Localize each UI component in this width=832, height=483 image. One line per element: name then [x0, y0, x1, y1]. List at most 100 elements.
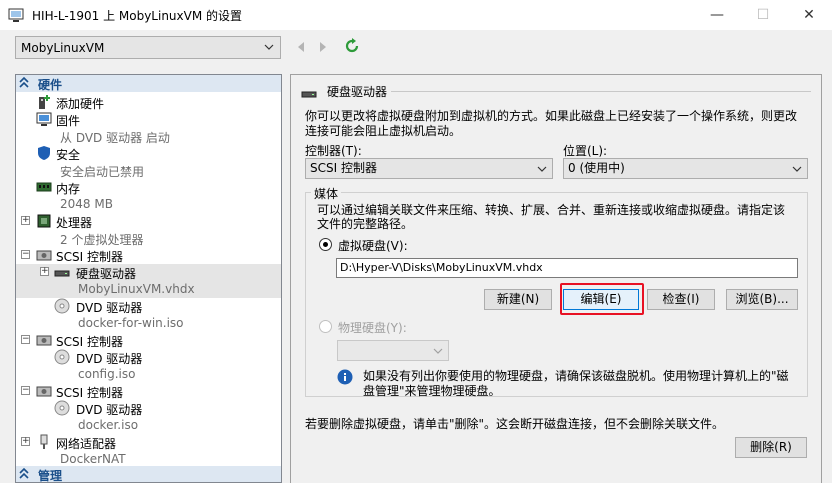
tree-item-subtext: docker-for-win.iso	[78, 316, 184, 330]
description-text: 你可以更改将虚拟硬盘附加到虚拟机的方式。如果此磁盘上已经安装了一个操作系统，则更…	[305, 109, 798, 138]
expand-plus-icon[interactable]: +	[21, 437, 30, 446]
tree-item-subtext: config.iso	[78, 367, 136, 381]
shield-icon	[38, 146, 50, 160]
forward-arrow-icon[interactable]	[317, 40, 329, 54]
tree-item-scsi-controller[interactable]: − SCSI 控制器	[16, 383, 281, 400]
maximize-button[interactable]: ☐	[740, 0, 786, 30]
hard-drive-settings-panel: 硬盘驱动器 你可以更改将虚拟硬盘附加到虚拟机的方式。如果此磁盘上已经安装了一个操…	[290, 74, 822, 483]
tree-item-hard-drive[interactable]: + 硬盘驱动器 MobyLinuxVM.vhdx	[16, 264, 281, 298]
tree-item-subtext: 2 个虚拟处理器	[60, 233, 144, 247]
back-arrow-icon[interactable]	[295, 40, 307, 54]
virtual-disk-label: 虚拟硬盘(V):	[338, 239, 408, 253]
tree-item-subtext: docker.iso	[78, 418, 139, 432]
tree-item-dvd-drive[interactable]: DVD 驱动器	[16, 349, 281, 366]
start-vm-icon[interactable]	[344, 38, 360, 54]
collapse-chevrons-icon	[19, 76, 29, 88]
tree-item-label: 网络适配器	[56, 437, 117, 451]
tree-item-scsi-controller[interactable]: − SCSI 控制器	[16, 332, 281, 349]
browse-button[interactable]: 浏览(B)...	[726, 289, 798, 310]
remove-button[interactable]: 删除(R)	[735, 437, 807, 458]
expand-plus-icon[interactable]: +	[40, 267, 49, 276]
heading-divider	[391, 91, 811, 92]
collapse-minus-icon[interactable]: −	[21, 335, 30, 344]
media-group-label: 媒体	[311, 185, 342, 202]
hardware-tree[interactable]: 硬件 添加硬件 固件 从 DVD 驱动器 启动 安全 安全启动已禁用 内存 20…	[15, 74, 282, 483]
minimize-button[interactable]: —	[694, 0, 740, 30]
tree-item-label: 硬盘驱动器	[76, 267, 137, 281]
info-text: 如果没有列出你要使用的物理硬盘，请确保该磁盘脱机。使用物理计算机上的"磁 盘管理…	[363, 369, 789, 398]
controller-label: 控制器(T):	[305, 144, 362, 158]
tree-item-security[interactable]: 安全	[16, 145, 281, 162]
chevron-down-icon	[537, 166, 547, 172]
window-title: HIH-L-1901 上 MobyLinuxVM 的设置	[32, 9, 243, 23]
tree-item-label: SCSI 控制器	[56, 250, 123, 264]
info-icon	[337, 369, 353, 385]
tree-item-network-adapter[interactable]: + 网络适配器	[16, 434, 281, 451]
tree-item-scsi-controller[interactable]: − SCSI 控制器	[16, 247, 281, 264]
physical-disk-radio[interactable]	[319, 320, 332, 333]
chevron-down-icon	[792, 166, 802, 172]
close-button[interactable]: ✕	[786, 0, 832, 30]
tree-item-firmware[interactable]: 固件	[16, 111, 281, 128]
tree-item-label: DVD 驱动器	[76, 403, 143, 417]
tree-item-label: 处理器	[56, 216, 93, 230]
tree-item-processor[interactable]: + 处理器	[16, 213, 281, 230]
panel-heading: 硬盘驱动器	[327, 85, 388, 99]
tree-item-label: DVD 驱动器	[76, 352, 143, 366]
tree-section-hardware[interactable]: 硬件	[16, 75, 281, 92]
tree-item-subtext: MobyLinuxVM.vhdx	[78, 282, 195, 296]
new-button[interactable]: 新建(N)	[484, 289, 552, 310]
location-select-value: 0 (使用中)	[568, 161, 625, 175]
tree-item-memory[interactable]: 内存	[16, 179, 281, 196]
media-description: 可以通过编辑关联文件来压缩、转换、扩展、合并、重新连接或收缩虚拟硬盘。请指定该 …	[317, 203, 786, 231]
tree-section-management[interactable]: 管理	[16, 466, 281, 483]
tree-item-label: DVD 驱动器	[76, 301, 143, 315]
memory-icon	[36, 182, 52, 192]
tree-item-subtext: 安全启动已禁用	[60, 165, 145, 179]
inspect-button[interactable]: 检查(I)	[647, 289, 715, 310]
network-adapter-icon	[40, 434, 48, 449]
chevron-down-icon	[433, 348, 443, 354]
hard-drive-icon	[54, 270, 70, 277]
tree-item-dvd-drive[interactable]: DVD 驱动器	[16, 298, 281, 315]
virtual-disk-path-input[interactable]: D:\Hyper-V\Disks\MobyLinuxVM.vhdx	[336, 258, 798, 278]
vm-select[interactable]: MobyLinuxVM	[15, 36, 281, 59]
scsi-controller-icon	[36, 250, 52, 261]
vm-select-value: MobyLinuxVM	[21, 40, 105, 55]
tree-item-label: 安全	[56, 148, 81, 162]
chevron-down-icon	[264, 44, 274, 50]
physical-disk-select[interactable]	[337, 340, 449, 361]
add-hardware-icon	[39, 95, 50, 109]
tree-item-label: 内存	[56, 182, 81, 196]
scsi-controller-icon	[36, 386, 52, 397]
tree-item-label: SCSI 控制器	[56, 386, 123, 400]
physical-disk-label: 物理硬盘(Y):	[338, 321, 407, 335]
tree-item-subtext: 2048 MB	[60, 197, 113, 211]
collapse-minus-icon[interactable]: −	[21, 250, 30, 259]
tree-item-label: 添加硬件	[56, 97, 105, 111]
collapse-minus-icon[interactable]: −	[21, 386, 30, 395]
remove-description: 若要删除虚拟硬盘，请单击"删除"。这会断开磁盘连接，但不会删除关联文件。	[305, 417, 725, 431]
tree-item-subtext: 从 DVD 驱动器 启动	[60, 131, 170, 145]
hard-drive-icon	[301, 91, 317, 98]
firmware-icon	[36, 112, 52, 126]
tree-item-add-hardware[interactable]: 添加硬件	[16, 94, 281, 111]
dvd-disc-icon	[54, 298, 70, 314]
controller-select-value: SCSI 控制器	[310, 161, 377, 175]
dvd-disc-icon	[54, 349, 70, 365]
collapse-chevrons-icon	[19, 467, 29, 479]
tree-section-management-label: 管理	[38, 469, 63, 483]
virtual-disk-radio[interactable]	[319, 238, 332, 251]
tree-item-label: 固件	[56, 114, 81, 128]
tree-item-label: SCSI 控制器	[56, 335, 123, 349]
dvd-disc-icon	[54, 400, 70, 416]
edit-button-highlight-box	[560, 283, 644, 315]
location-label: 位置(L):	[563, 144, 608, 158]
controller-select[interactable]: SCSI 控制器	[305, 158, 553, 179]
location-select[interactable]: 0 (使用中)	[563, 158, 808, 179]
expand-plus-icon[interactable]: +	[21, 216, 30, 225]
tree-item-dvd-drive[interactable]: DVD 驱动器	[16, 400, 281, 417]
processor-icon	[37, 214, 51, 228]
tree-section-hardware-label: 硬件	[38, 78, 63, 92]
settings-app-icon	[8, 8, 24, 22]
